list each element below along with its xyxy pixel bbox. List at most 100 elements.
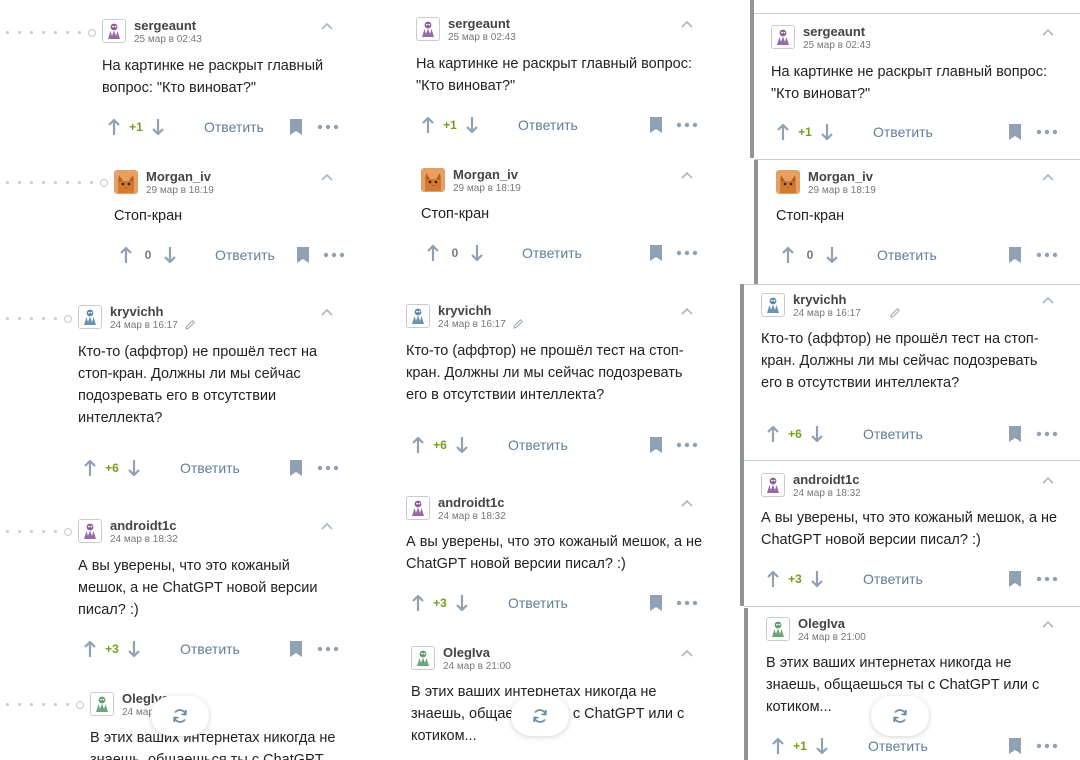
chevron-up-icon[interactable] [680,306,694,316]
comment-time[interactable]: 24 мар в 21:00 [443,661,511,672]
arrow-down-icon[interactable] [163,246,177,264]
more-dots-icon[interactable] [676,594,698,612]
thread-line[interactable] [4,701,84,709]
arrow-down-icon[interactable] [815,737,829,755]
comment-time[interactable]: 25 мар в 02:43 [803,40,871,51]
chevron-up-icon[interactable] [680,498,694,508]
avatar-robot-hand-icon[interactable] [90,692,114,716]
more-dots-icon[interactable] [676,244,698,262]
reply-button[interactable]: Ответить [863,426,923,442]
comment-time[interactable]: 24 мар в 18:32 [438,511,506,522]
avatar-robot-hand-icon[interactable] [761,473,785,497]
arrow-up-icon[interactable] [411,594,425,612]
comment-time[interactable]: 29 мар в 18:19 [808,185,876,196]
chevron-up-icon[interactable] [680,648,694,658]
avatar-robot-hand-icon[interactable] [406,496,430,520]
more-dots-icon[interactable] [1036,425,1058,443]
comment-author[interactable]: sergeaunt [134,18,196,33]
comment-author[interactable]: kryvichh [110,304,163,319]
bookmark-icon[interactable] [1008,737,1022,755]
refresh-button[interactable] [871,696,929,736]
avatar-robot-hand-icon[interactable] [411,646,435,670]
bookmark-icon[interactable] [289,118,303,136]
more-dots-icon[interactable] [1036,570,1058,588]
chevron-up-icon[interactable] [1041,295,1055,305]
arrow-up-icon[interactable] [119,246,133,264]
bookmark-icon[interactable] [1008,246,1022,264]
comment-time[interactable]: 24 мар в 16:17 [110,320,178,331]
thread-line[interactable] [4,528,72,536]
comment-time[interactable]: 24 мар в 16:17 [793,308,861,319]
avatar-robot-hand-icon[interactable] [416,17,440,41]
arrow-down-icon[interactable] [455,594,469,612]
chevron-up-icon[interactable] [1041,475,1055,485]
bookmark-icon[interactable] [649,436,663,454]
bookmark-icon[interactable] [296,246,310,264]
comment-author[interactable]: androidt1c [438,495,504,510]
chevron-up-icon[interactable] [320,521,334,531]
reply-button[interactable]: Ответить [868,738,928,754]
avatar-robot-hand-icon[interactable] [102,19,126,43]
bookmark-icon[interactable] [1008,425,1022,443]
arrow-down-icon[interactable] [465,116,479,134]
bookmark-icon[interactable] [649,244,663,262]
chevron-up-icon[interactable] [1041,27,1055,37]
more-dots-icon[interactable] [676,116,698,134]
arrow-down-icon[interactable] [810,425,824,443]
arrow-up-icon[interactable] [411,436,425,454]
cat-avatar-icon[interactable] [776,170,800,194]
avatar-robot-hand-icon[interactable] [406,304,430,328]
comment-time[interactable]: 24 мар в 18:32 [110,534,178,545]
reply-button[interactable]: Ответить [508,437,568,453]
reply-button[interactable]: Ответить [873,124,933,140]
bookmark-icon[interactable] [649,594,663,612]
more-dots-icon[interactable] [1036,123,1058,141]
arrow-up-icon[interactable] [83,640,97,658]
reply-button[interactable]: Ответить [877,247,937,263]
comment-author[interactable]: sergeaunt [803,24,865,39]
arrow-down-icon[interactable] [825,246,839,264]
chevron-up-icon[interactable] [320,172,334,182]
arrow-up-icon[interactable] [421,116,435,134]
arrow-down-icon[interactable] [810,570,824,588]
bookmark-icon[interactable] [289,640,303,658]
avatar-robot-hand-icon[interactable] [78,305,102,329]
more-dots-icon[interactable] [323,246,345,264]
thread-line[interactable] [4,315,72,323]
comment-time[interactable]: 24 мар в 21:00 [798,632,866,643]
more-dots-icon[interactable] [317,459,339,477]
comment-time[interactable]: 24 мар в 18:32 [793,488,861,499]
avatar-robot-hand-icon[interactable] [766,617,790,641]
comment-time[interactable]: 24 мар в 16:17 [438,319,506,330]
bookmark-icon[interactable] [1008,123,1022,141]
comment-author[interactable]: androidt1c [793,472,859,487]
arrow-up-icon[interactable] [766,570,780,588]
comment-time[interactable]: 25 мар в 02:43 [134,34,202,45]
more-dots-icon[interactable] [1036,246,1058,264]
cat-avatar-icon[interactable] [421,168,445,192]
reply-button[interactable]: Ответить [518,117,578,133]
comment-author[interactable]: Morgan_iv [808,169,873,184]
comment-author[interactable]: Morgan_iv [453,167,518,182]
arrow-down-icon[interactable] [127,459,141,477]
comment-author[interactable]: OlegIva [798,616,845,631]
reply-button[interactable]: Ответить [204,119,264,135]
comment-author[interactable]: OlegIva [443,645,490,660]
arrow-up-icon[interactable] [781,246,795,264]
thread-line[interactable] [4,29,96,37]
comment-author[interactable]: sergeaunt [448,16,510,31]
arrow-down-icon[interactable] [455,436,469,454]
avatar-robot-hand-icon[interactable] [78,519,102,543]
avatar-robot-hand-icon[interactable] [771,25,795,49]
reply-button[interactable]: Ответить [180,641,240,657]
reply-button[interactable]: Ответить [522,245,582,261]
arrow-down-icon[interactable] [151,118,165,136]
refresh-button[interactable] [511,696,569,736]
reply-button[interactable]: Ответить [215,247,275,263]
arrow-up-icon[interactable] [771,737,785,755]
arrow-down-icon[interactable] [127,640,141,658]
comment-author[interactable]: androidt1c [110,518,176,533]
arrow-up-icon[interactable] [766,425,780,443]
comment-time[interactable]: 25 мар в 02:43 [448,32,516,43]
reply-button[interactable]: Ответить [508,595,568,611]
